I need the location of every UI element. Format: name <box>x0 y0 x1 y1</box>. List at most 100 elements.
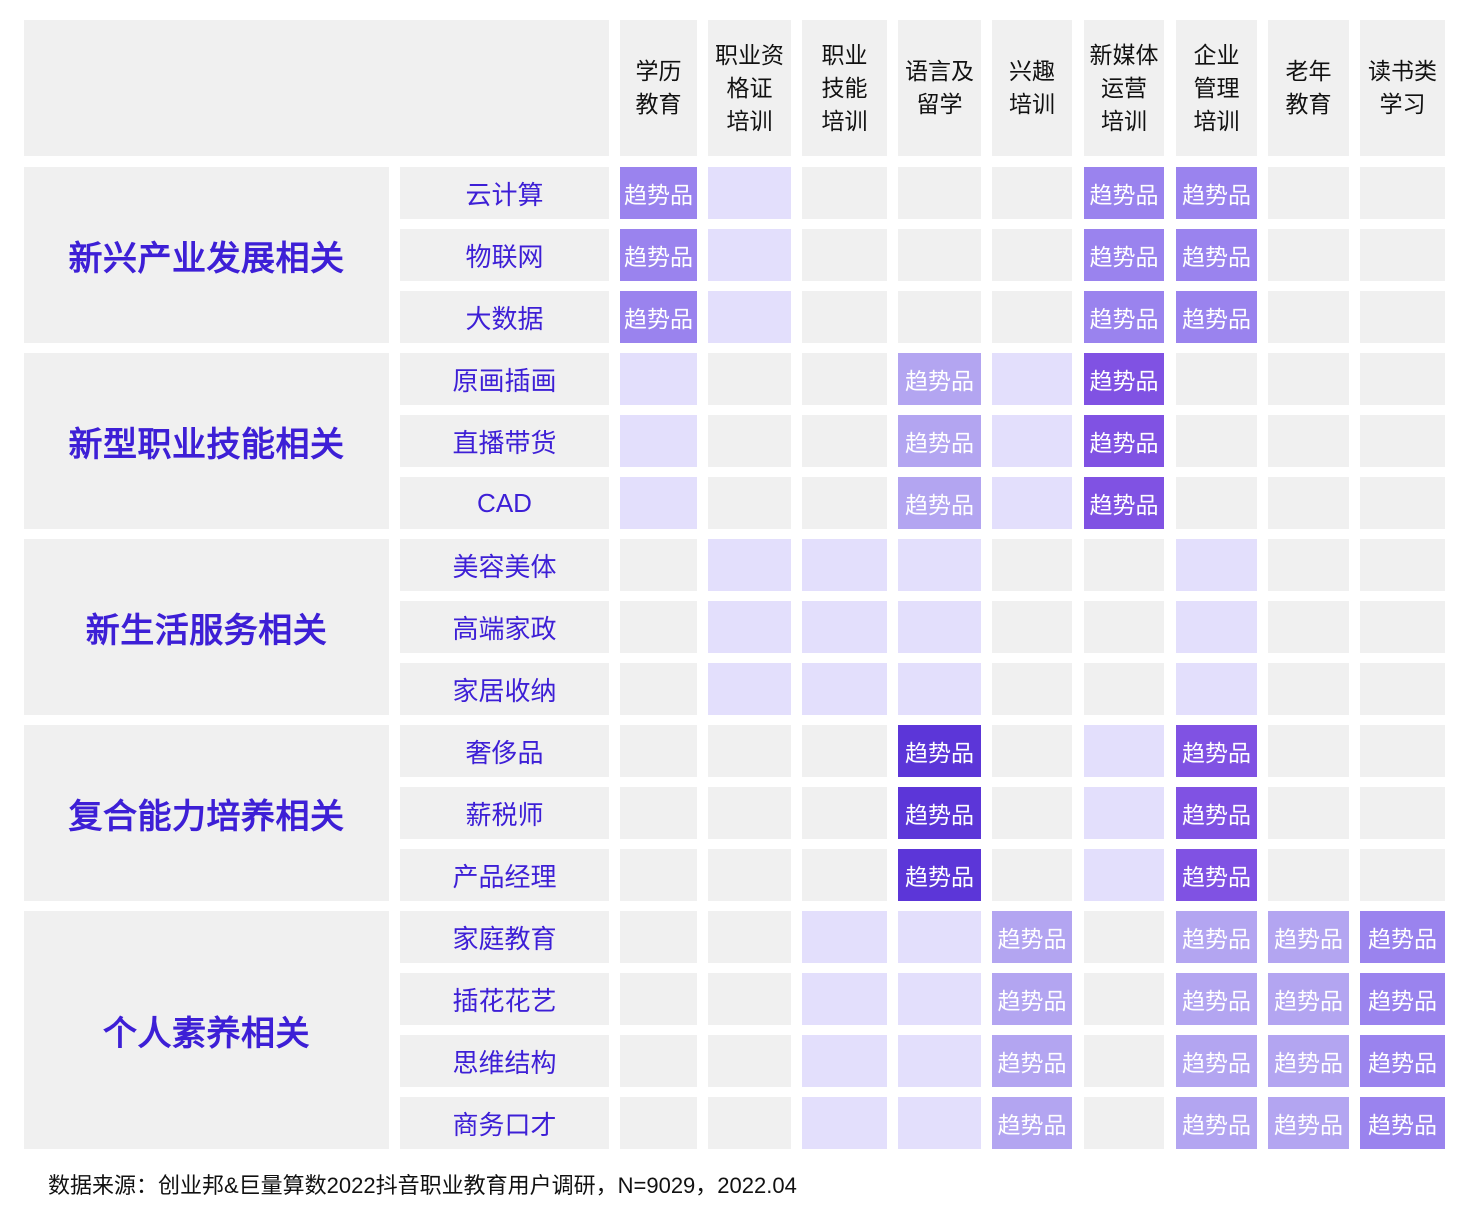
heat-cell <box>708 849 791 901</box>
heat-cell <box>620 601 697 653</box>
heat-cell <box>708 663 791 715</box>
heat-cell <box>708 973 791 1025</box>
row-label: 高端家政 <box>400 601 609 653</box>
heat-cell <box>708 291 791 343</box>
heat-cell: 趋势品 <box>1360 1035 1445 1087</box>
column-header: 兴趣 培训 <box>992 20 1072 156</box>
heat-cell <box>992 539 1072 591</box>
heat-cell: 趋势品 <box>1084 167 1164 219</box>
heat-cell <box>1360 849 1445 901</box>
heat-cell: 趋势品 <box>1268 1035 1349 1087</box>
heat-cell <box>802 787 887 839</box>
heat-cell <box>898 1035 981 1087</box>
heat-cell: 趋势品 <box>1176 229 1257 281</box>
heat-cell <box>898 911 981 963</box>
heat-cell <box>802 1097 887 1149</box>
heat-cell <box>1176 353 1257 405</box>
heat-cell: 趋势品 <box>620 229 697 281</box>
heat-cell <box>992 849 1072 901</box>
heat-cell <box>708 787 791 839</box>
group-label: 新型职业技能相关 <box>24 353 389 529</box>
heat-cell: 趋势品 <box>1176 787 1257 839</box>
heat-cell <box>1360 167 1445 219</box>
heat-cell <box>1084 1097 1164 1149</box>
heat-cell <box>1268 539 1349 591</box>
heat-cell <box>620 539 697 591</box>
heat-cell: 趋势品 <box>1176 167 1257 219</box>
heat-cell <box>1268 787 1349 839</box>
heat-cell: 趋势品 <box>898 849 981 901</box>
heat-cell <box>708 539 791 591</box>
heat-cell <box>802 663 887 715</box>
heat-cell <box>1268 849 1349 901</box>
row-label: 家居收纳 <box>400 663 609 715</box>
heat-cell <box>620 849 697 901</box>
heat-cell: 趋势品 <box>1360 1097 1445 1149</box>
heat-cell <box>1360 787 1445 839</box>
heat-cell <box>1084 973 1164 1025</box>
heat-cell: 趋势品 <box>620 291 697 343</box>
heat-cell <box>992 167 1072 219</box>
heat-cell <box>1176 477 1257 529</box>
group-label: 新生活服务相关 <box>24 539 389 715</box>
heat-cell <box>802 353 887 405</box>
heat-cell <box>708 725 791 777</box>
heat-cell <box>620 911 697 963</box>
row-label: 薪税师 <box>400 787 609 839</box>
heat-cell <box>992 725 1072 777</box>
column-header: 学历 教育 <box>620 20 697 156</box>
heat-cell <box>992 415 1072 467</box>
heat-cell <box>802 167 887 219</box>
heat-cell <box>708 167 791 219</box>
heat-cell <box>1268 167 1349 219</box>
heat-cell <box>1268 229 1349 281</box>
heat-cell <box>1176 415 1257 467</box>
heat-cell: 趋势品 <box>1084 353 1164 405</box>
heat-cell <box>1360 725 1445 777</box>
heat-cell: 趋势品 <box>898 477 981 529</box>
row-label: 产品经理 <box>400 849 609 901</box>
heat-cell: 趋势品 <box>1176 973 1257 1025</box>
heat-cell <box>620 415 697 467</box>
row-label: 原画插画 <box>400 353 609 405</box>
heat-cell <box>1360 291 1445 343</box>
row-label: CAD <box>400 477 609 529</box>
heat-cell <box>898 229 981 281</box>
heat-cell <box>802 725 887 777</box>
heat-cell <box>802 911 887 963</box>
heat-cell <box>708 1035 791 1087</box>
heat-cell <box>1084 1035 1164 1087</box>
heat-cell: 趋势品 <box>1176 1035 1257 1087</box>
heat-cell <box>1084 539 1164 591</box>
heat-cell <box>1176 663 1257 715</box>
heat-cell <box>708 415 791 467</box>
heat-cell: 趋势品 <box>1176 291 1257 343</box>
heat-cell: 趋势品 <box>1084 415 1164 467</box>
heat-cell <box>992 787 1072 839</box>
heat-cell <box>1360 353 1445 405</box>
group-label: 新兴产业发展相关 <box>24 167 389 343</box>
heat-cell <box>802 539 887 591</box>
heat-cell: 趋势品 <box>992 973 1072 1025</box>
heat-cell <box>1268 291 1349 343</box>
heat-cell <box>1084 663 1164 715</box>
heat-cell <box>898 663 981 715</box>
column-header: 新媒体 运营 培训 <box>1084 20 1164 156</box>
heat-cell: 趋势品 <box>1084 291 1164 343</box>
heat-cell <box>1360 477 1445 529</box>
heat-cell <box>620 787 697 839</box>
column-header: 职业 技能 培训 <box>802 20 887 156</box>
heat-cell: 趋势品 <box>1176 911 1257 963</box>
column-header: 职业资 格证 培训 <box>708 20 791 156</box>
heat-cell <box>802 601 887 653</box>
row-label: 奢侈品 <box>400 725 609 777</box>
heat-cell <box>1084 849 1164 901</box>
heat-cell <box>708 353 791 405</box>
row-label: 家庭教育 <box>400 911 609 963</box>
heat-cell <box>802 973 887 1025</box>
heat-cell <box>620 973 697 1025</box>
heat-cell: 趋势品 <box>1268 1097 1349 1149</box>
heat-cell <box>1360 415 1445 467</box>
heat-cell <box>1268 663 1349 715</box>
heat-cell <box>708 911 791 963</box>
